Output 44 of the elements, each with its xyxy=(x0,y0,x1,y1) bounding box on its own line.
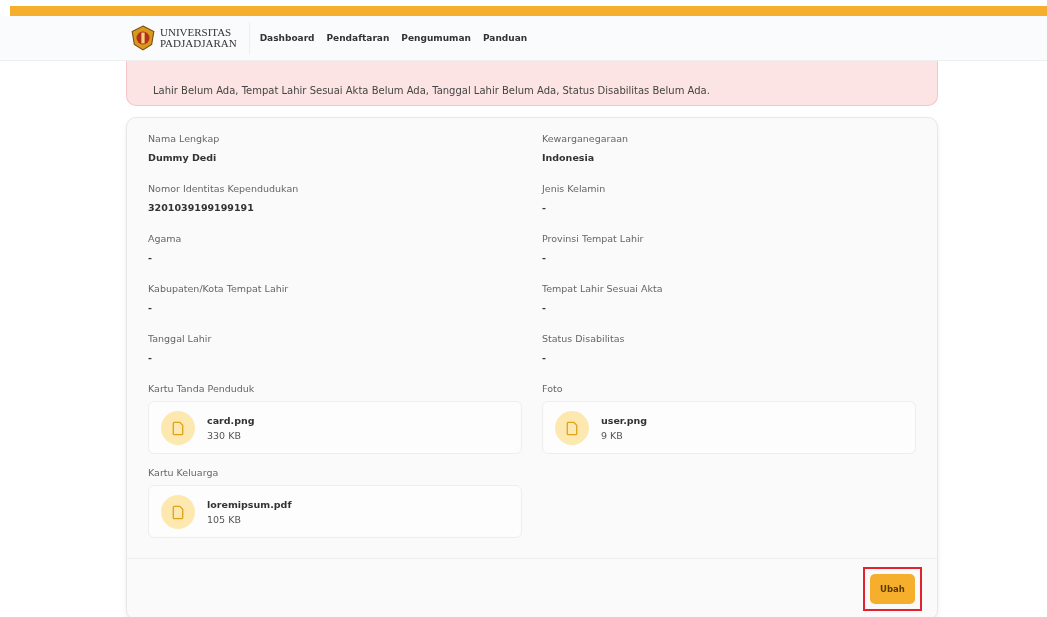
document-icon xyxy=(161,494,195,529)
file-attachment[interactable]: loremipsum.pdf 105 KB xyxy=(148,485,522,538)
file-size: 9 KB xyxy=(601,429,624,441)
edit-button[interactable]: Ubah xyxy=(870,574,915,604)
field-label: Kabupaten/Kota Tempat Lahir xyxy=(148,283,290,294)
document-icon xyxy=(161,410,195,445)
field-label: Jenis Kelamin xyxy=(542,183,607,194)
field-value: Dummy Dedi xyxy=(148,152,218,163)
nav-link[interactable]: Dashboard xyxy=(259,33,315,43)
nav-link[interactable]: Panduan xyxy=(482,33,528,43)
field-value: - xyxy=(148,302,153,313)
file-name: loremipsum.pdf xyxy=(207,498,292,510)
field-label: Kewarganegaraan xyxy=(542,133,630,144)
field-label: Foto xyxy=(542,383,564,394)
nav-link[interactable]: Pendaftaran xyxy=(326,33,390,43)
file-attachment[interactable]: card.png 330 KB xyxy=(148,401,522,454)
field-value: - xyxy=(542,202,547,213)
field-label: Tanggal Lahir xyxy=(148,333,213,344)
field-value: - xyxy=(148,352,153,363)
field-label: Status Disabilitas xyxy=(542,333,626,344)
alert-text: Lahir Belum Ada, Tempat Lahir Sesuai Akta Belum Ada, Tanggal Lahir Belum Ada, Status Disabilitas Belum Ada. xyxy=(153,85,710,96)
file-attachment[interactable]: user.png 9 KB xyxy=(542,401,916,454)
field-value: - xyxy=(542,252,547,263)
field-value: - xyxy=(542,302,547,313)
field-label: Agama xyxy=(148,233,183,244)
field-label: Nomor Identitas Kependudukan xyxy=(148,183,300,194)
file-name: user.png xyxy=(601,414,648,426)
field-value: - xyxy=(542,352,547,363)
file-size: 105 KB xyxy=(207,513,242,525)
nav-link[interactable]: Pengumuman xyxy=(401,33,471,43)
logo-text: PADJADJARAN xyxy=(160,38,237,49)
field-value: 3201039199199191 xyxy=(148,202,255,213)
document-icon xyxy=(555,410,589,445)
field-label: Provinsi Tempat Lahir xyxy=(542,233,645,244)
file-name: card.png xyxy=(207,414,255,426)
field-label: Tempat Lahir Sesuai Akta xyxy=(542,283,664,294)
field-label: Nama Lengkap xyxy=(148,133,221,144)
logo-text: UNIVERSITAS xyxy=(160,27,233,38)
field-value: Indonesia xyxy=(542,152,596,163)
crest-logo-icon xyxy=(130,25,156,51)
field-label: Kartu Keluarga xyxy=(148,467,220,478)
file-size: 330 KB xyxy=(207,429,242,441)
field-label: Kartu Tanda Penduduk xyxy=(148,383,256,394)
field-value: - xyxy=(148,252,153,263)
